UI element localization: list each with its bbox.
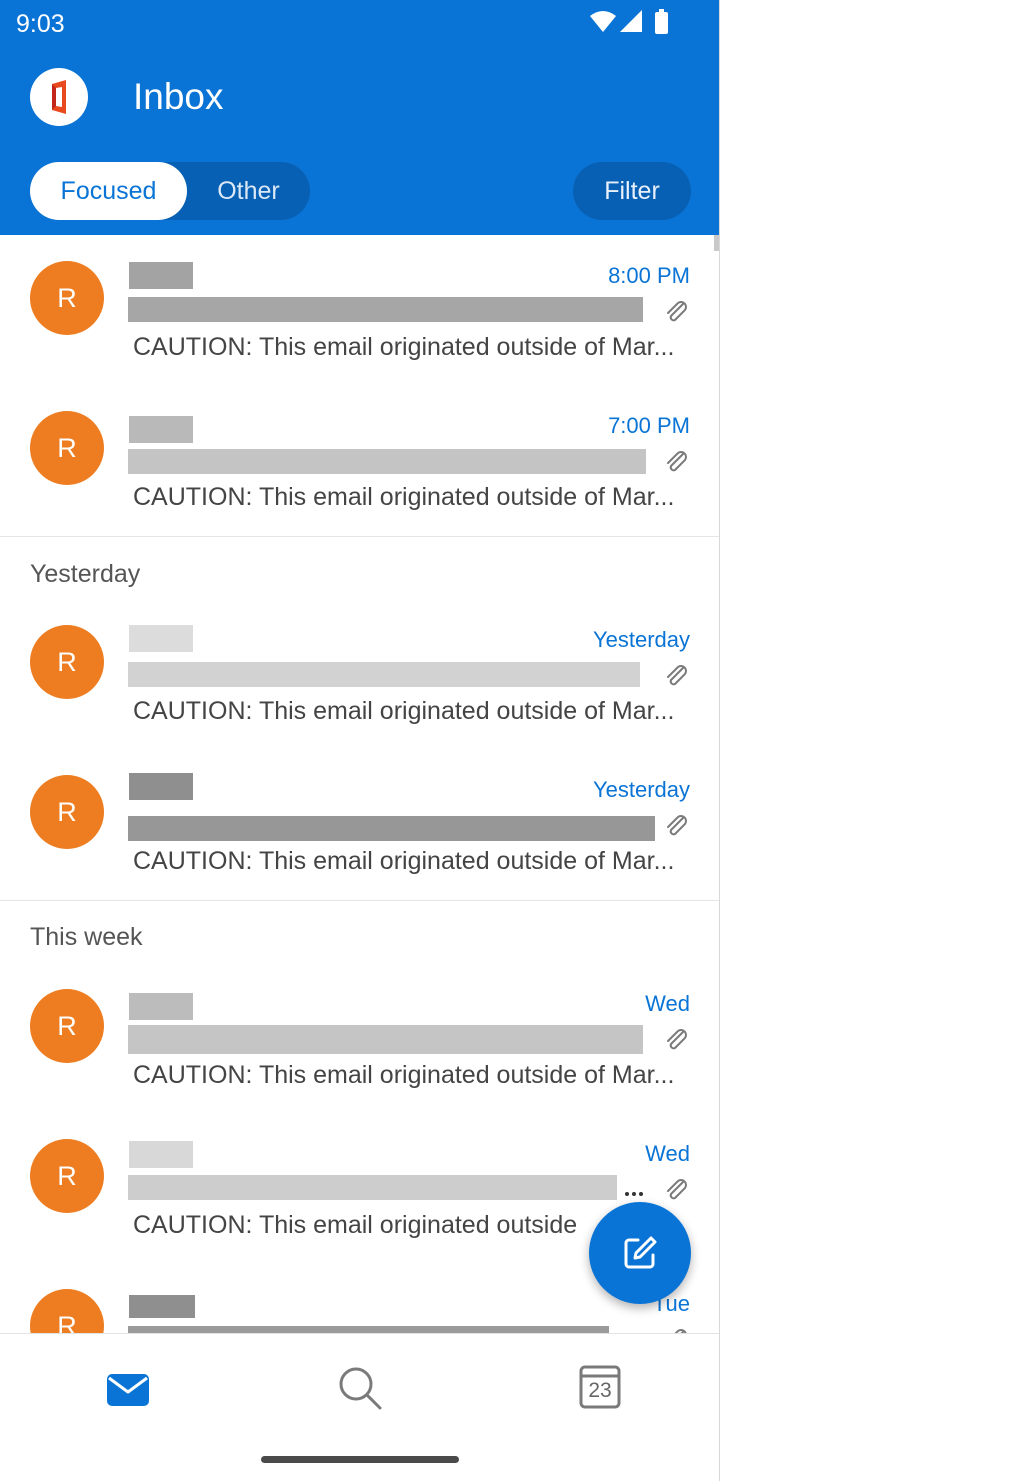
email-time: Yesterday: [592, 627, 690, 652]
email-item[interactable]: R Yesterday CAUTION: This email originat…: [0, 599, 719, 749]
avatar: R: [30, 625, 104, 699]
account-switcher[interactable]: [30, 68, 88, 126]
avatar: R: [30, 1289, 104, 1333]
page-title: Inbox: [133, 76, 224, 117]
email-list[interactable]: R 8:00 PM CAUTION: This email originated…: [0, 235, 719, 1333]
redacted-sender: [129, 993, 193, 1020]
paperclip-icon: [667, 1029, 687, 1050]
redacted-sender: [129, 262, 193, 289]
email-time: Wed: [645, 991, 690, 1016]
more-icon: [625, 1192, 643, 1196]
section-header-yesterday: Yesterday: [30, 560, 141, 588]
compose-icon: [624, 1236, 657, 1269]
filter-button[interactable]: Filter: [573, 162, 691, 220]
status-icons: [590, 9, 668, 34]
redacted-subject: [128, 1175, 617, 1200]
wifi-icon: [590, 11, 616, 32]
calendar-button[interactable]: 23: [570, 1360, 630, 1420]
battery-icon: [655, 12, 668, 34]
email-item[interactable]: R Yesterday CAUTION: This email originat…: [0, 749, 719, 899]
status-time: 9:03: [16, 10, 65, 38]
redacted-subject: [128, 816, 655, 841]
avatar: R: [30, 1139, 104, 1213]
avatar: R: [30, 411, 104, 485]
paperclip-icon: [667, 815, 687, 836]
email-preview: CAUTION: This email originated outside o…: [133, 697, 675, 725]
section-divider: [0, 900, 719, 901]
email-item[interactable]: R Wed CAUTION: This email originated out…: [0, 963, 719, 1113]
email-item[interactable]: R 8:00 PM CAUTION: This email originated…: [0, 235, 719, 385]
email-item[interactable]: R 7:00 PM CAUTION: This email originated…: [0, 385, 719, 535]
home-indicator[interactable]: [261, 1456, 459, 1463]
redacted-sender: [129, 773, 193, 800]
office-logo-icon: [52, 80, 66, 114]
tab-other[interactable]: Other: [187, 162, 310, 220]
paperclip-icon: [667, 1179, 687, 1200]
email-time: Yesterday: [592, 777, 690, 802]
email-time: 8:00 PM: [608, 263, 690, 288]
redacted-subject: [128, 1326, 609, 1333]
phone-screen: 9:03 Inbox Focused Other Filter R 8:00 P…: [0, 0, 720, 1481]
calendar-day: 23: [588, 1379, 612, 1402]
tab-focused[interactable]: Focused: [30, 162, 187, 220]
redacted-subject: [128, 449, 646, 474]
email-time: Wed: [645, 1141, 690, 1166]
email-time: 7:00 PM: [608, 413, 690, 438]
paperclip-icon: [667, 665, 687, 686]
bottom-navigation: 23: [0, 1333, 719, 1481]
cellular-signal-icon: [620, 10, 642, 32]
redacted-subject: [128, 662, 640, 687]
mail-icon[interactable]: [98, 1360, 158, 1420]
inbox-tab-group: Focused Other: [30, 162, 310, 220]
search-icon[interactable]: [330, 1360, 390, 1420]
section-divider: [0, 536, 719, 537]
redacted-sender: [129, 1295, 195, 1318]
email-preview: CAUTION: This email originated outside o…: [133, 1061, 675, 1089]
compose-button[interactable]: [589, 1202, 691, 1304]
avatar: R: [30, 775, 104, 849]
avatar: R: [30, 989, 104, 1063]
redacted-subject: [128, 297, 643, 322]
section-header-this-week: This week: [30, 923, 143, 951]
redacted-subject: [128, 1025, 643, 1054]
email-preview: CAUTION: This email originated outside o…: [133, 483, 675, 511]
redacted-sender: [129, 416, 193, 443]
email-preview: CAUTION: This email originated outside o…: [133, 847, 675, 875]
paperclip-icon: [667, 301, 687, 322]
avatar: R: [30, 261, 104, 335]
redacted-sender: [129, 1141, 193, 1168]
email-preview: CAUTION: This email originated outside o…: [133, 333, 675, 361]
app-header: 9:03 Inbox Focused Other Filter: [0, 0, 719, 235]
paperclip-icon: [667, 451, 687, 472]
email-preview: CAUTION: This email originated outside: [133, 1211, 578, 1239]
redacted-sender: [129, 625, 193, 652]
